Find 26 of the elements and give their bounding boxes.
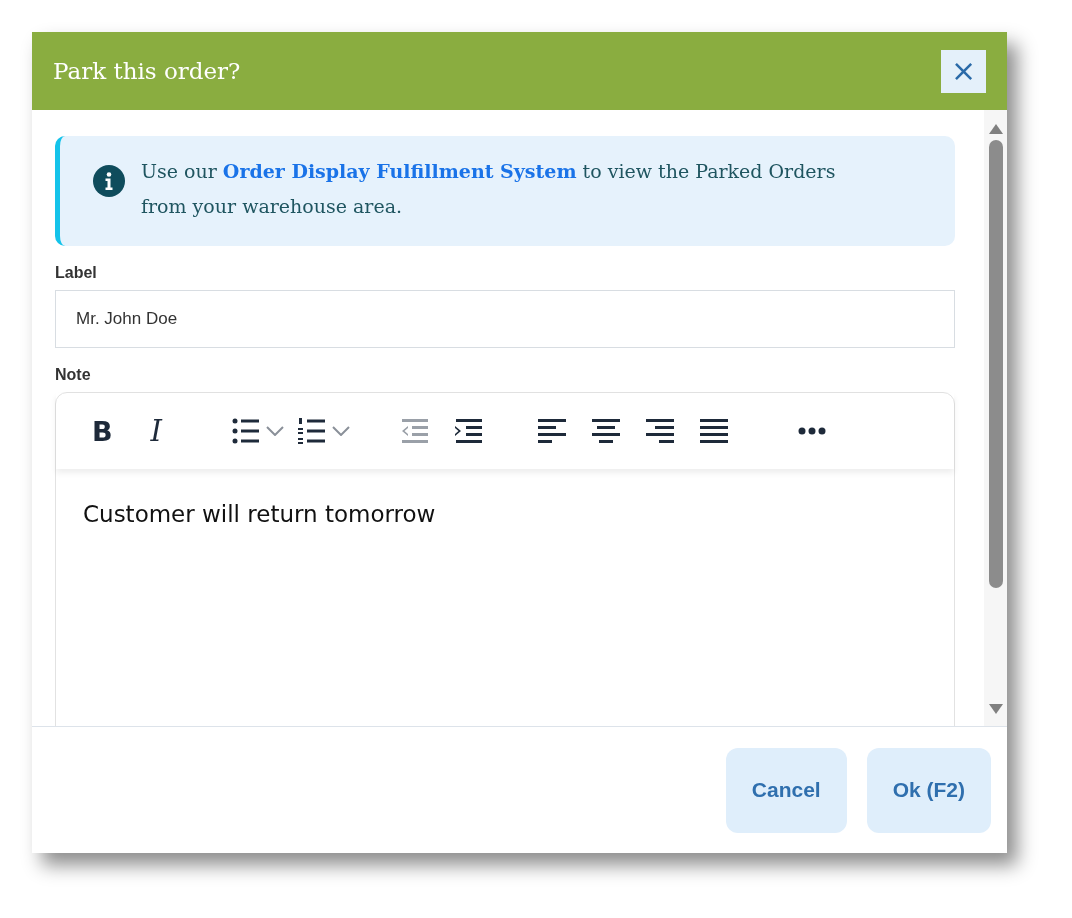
info-message: Use our Order Display Fulfillment System to view the Parked Orders from your warehouse area.	[141, 159, 837, 219]
scroll-down-icon[interactable]	[988, 704, 1003, 714]
bullet-list-icon[interactable]	[232, 418, 261, 444]
field-label: Label	[55, 264, 98, 282]
numbered-list-icon[interactable]	[298, 418, 327, 444]
label-input[interactable]: Mr. John Doe	[55, 290, 955, 348]
note-text[interactable]: Customer will return tomorrow	[56, 469, 954, 559]
justify-icon[interactable]	[700, 419, 729, 443]
system-link[interactable]: Order Display Fulfillment System	[222, 160, 577, 182]
bold-button[interactable]: B	[92, 415, 113, 447]
caret-icon[interactable]	[266, 426, 285, 436]
info-icon	[93, 165, 125, 197]
scroll-up-icon[interactable]	[988, 124, 1003, 134]
dialog-button[interactable]: Ok (F2)	[866, 747, 991, 833]
align-left-icon[interactable]	[538, 419, 567, 443]
indent-icon[interactable]	[454, 419, 483, 443]
caret-icon[interactable]	[332, 426, 351, 436]
field-label: Note	[55, 366, 92, 384]
dialog-button[interactable]: Cancel	[725, 747, 847, 833]
align-center-icon[interactable]	[592, 419, 621, 443]
close-button[interactable]: ×	[941, 49, 986, 93]
align-right-icon[interactable]	[646, 419, 675, 443]
dialog-title: Park this order?	[53, 58, 241, 84]
scrollbar[interactable]	[984, 110, 1007, 726]
italic-button[interactable]: I	[150, 414, 163, 448]
more-icon[interactable]	[798, 427, 827, 435]
